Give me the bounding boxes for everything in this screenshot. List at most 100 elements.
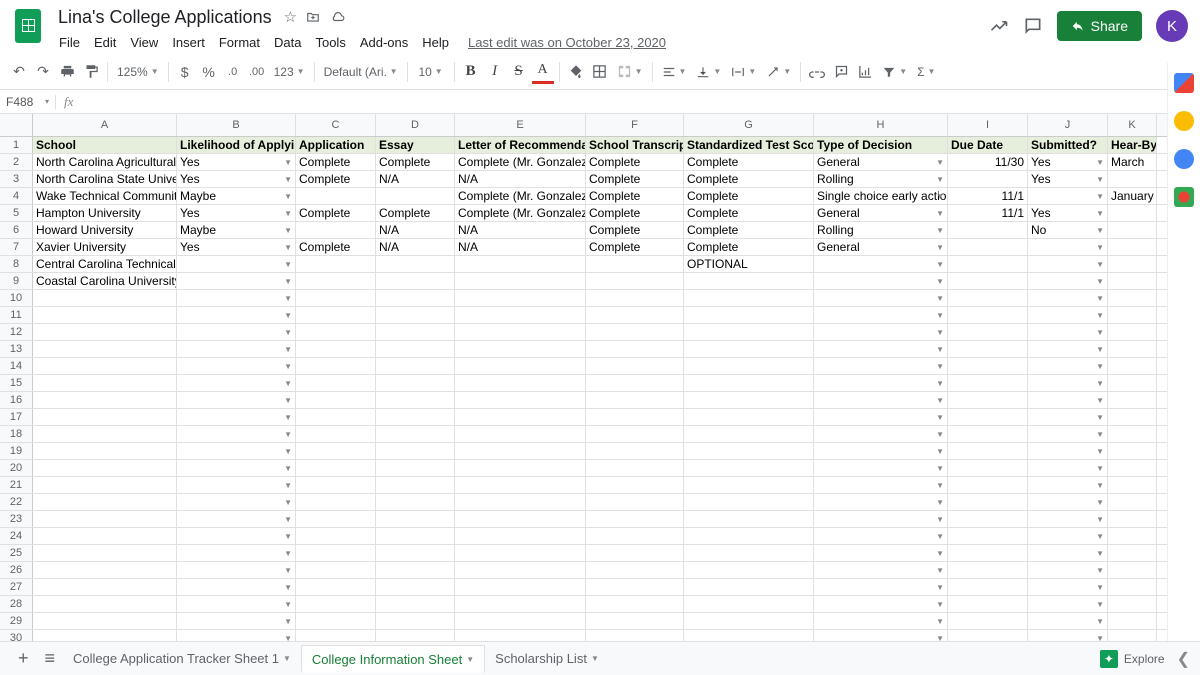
filter-button[interactable]: ▼ [878, 60, 911, 84]
cell[interactable]: Complete [586, 239, 684, 255]
cell[interactable] [376, 562, 455, 578]
dropdown-arrow-icon[interactable]: ▼ [1096, 277, 1104, 286]
dropdown-arrow-icon[interactable]: ▼ [284, 175, 292, 184]
menu-format[interactable]: Format [212, 33, 267, 52]
trend-icon[interactable] [989, 16, 1009, 36]
rotate-button[interactable]: ▼ [762, 60, 795, 84]
dropdown-arrow-icon[interactable]: ▼ [1096, 447, 1104, 456]
cell[interactable] [455, 579, 586, 595]
h-align-button[interactable]: ▼ [658, 60, 691, 84]
cell[interactable]: ▼ [177, 511, 296, 527]
cell[interactable] [1108, 307, 1157, 323]
cell[interactable] [455, 290, 586, 306]
cell[interactable] [455, 477, 586, 493]
cell[interactable] [455, 562, 586, 578]
dropdown-arrow-icon[interactable]: ▼ [1096, 413, 1104, 422]
dropdown-arrow-icon[interactable]: ▼ [284, 498, 292, 507]
dropdown-arrow-icon[interactable]: ▼ [284, 209, 292, 218]
column-header-A[interactable]: A [33, 114, 177, 136]
dropdown-arrow-icon[interactable]: ▼ [1096, 464, 1104, 473]
zoom-select[interactable]: 125%▼ [113, 60, 163, 84]
cell[interactable]: General▼ [814, 154, 948, 170]
dropdown-arrow-icon[interactable]: ▼ [284, 345, 292, 354]
cell[interactable] [1108, 596, 1157, 612]
column-header-G[interactable]: G [684, 114, 814, 136]
cell[interactable] [948, 222, 1028, 238]
cell[interactable] [296, 596, 376, 612]
cell[interactable]: ▼ [1028, 307, 1108, 323]
cell[interactable] [33, 443, 177, 459]
cell[interactable] [33, 528, 177, 544]
cell[interactable] [455, 613, 586, 629]
cell[interactable]: ▼ [1028, 460, 1108, 476]
cell[interactable] [948, 545, 1028, 561]
cell[interactable] [296, 528, 376, 544]
cell[interactable] [296, 545, 376, 561]
dropdown-arrow-icon[interactable]: ▼ [284, 617, 292, 626]
cell[interactable]: ▼ [1028, 409, 1108, 425]
cell[interactable]: ▼ [1028, 443, 1108, 459]
dropdown-arrow-icon[interactable]: ▼ [1096, 481, 1104, 490]
dropdown-arrow-icon[interactable]: ▼ [1096, 209, 1104, 218]
cell[interactable] [948, 426, 1028, 442]
cell[interactable] [948, 596, 1028, 612]
cell[interactable]: ▼ [814, 324, 948, 340]
cell[interactable]: ▼ [814, 460, 948, 476]
dropdown-arrow-icon[interactable]: ▼ [936, 294, 944, 303]
cell[interactable] [455, 460, 586, 476]
cell[interactable]: Xavier University [33, 239, 177, 255]
cell[interactable]: Likelihood of Applying [177, 137, 296, 153]
cell[interactable] [455, 307, 586, 323]
dropdown-arrow-icon[interactable]: ▼ [1096, 294, 1104, 303]
cell[interactable]: Rolling▼ [814, 171, 948, 187]
cell[interactable] [296, 426, 376, 442]
cell[interactable]: Complete [376, 154, 455, 170]
cell[interactable] [586, 290, 684, 306]
dropdown-arrow-icon[interactable]: ▼ [284, 311, 292, 320]
select-all-corner[interactable] [0, 114, 33, 136]
cell[interactable] [376, 460, 455, 476]
cell[interactable]: ▼ [177, 375, 296, 391]
cell[interactable] [296, 307, 376, 323]
cell[interactable] [684, 528, 814, 544]
cell[interactable] [1108, 426, 1157, 442]
cell[interactable]: 11/1 [948, 188, 1028, 204]
cell[interactable] [296, 477, 376, 493]
dropdown-arrow-icon[interactable]: ▼ [284, 481, 292, 490]
cell[interactable] [1108, 375, 1157, 391]
dropdown-arrow-icon[interactable]: ▼ [284, 277, 292, 286]
cell[interactable]: Complete [586, 154, 684, 170]
dropdown-arrow-icon[interactable]: ▼ [936, 498, 944, 507]
cell[interactable]: ▼ [1028, 392, 1108, 408]
cell[interactable]: Complete [296, 171, 376, 187]
cell[interactable] [948, 409, 1028, 425]
cell[interactable] [948, 171, 1028, 187]
document-title[interactable]: Lina's College Applications [52, 7, 278, 28]
dropdown-arrow-icon[interactable]: ▼ [936, 226, 944, 235]
cell[interactable] [948, 613, 1028, 629]
fill-color-button[interactable] [565, 60, 587, 84]
cell[interactable] [33, 579, 177, 595]
cell[interactable] [1108, 239, 1157, 255]
cell[interactable]: Complete [376, 205, 455, 221]
cell[interactable]: ▼ [1028, 239, 1108, 255]
cell[interactable]: ▼ [1028, 273, 1108, 289]
dropdown-arrow-icon[interactable]: ▼ [936, 328, 944, 337]
dropdown-arrow-icon[interactable]: ▼ [284, 226, 292, 235]
dropdown-arrow-icon[interactable]: ▼ [1096, 515, 1104, 524]
cell[interactable]: ▼ [1028, 494, 1108, 510]
dropdown-arrow-icon[interactable]: ▼ [936, 379, 944, 388]
cell[interactable]: 11/30 [948, 154, 1028, 170]
cell[interactable] [33, 324, 177, 340]
dropdown-arrow-icon[interactable]: ▼ [284, 243, 292, 252]
cell[interactable] [296, 222, 376, 238]
cell[interactable] [948, 494, 1028, 510]
wrap-button[interactable]: ▼ [727, 60, 760, 84]
cell[interactable]: Complete [684, 171, 814, 187]
cell[interactable]: ▼ [177, 528, 296, 544]
cell[interactable] [1108, 171, 1157, 187]
dropdown-arrow-icon[interactable]: ▼ [936, 566, 944, 575]
cell[interactable] [586, 545, 684, 561]
cell[interactable] [586, 273, 684, 289]
cell[interactable] [684, 392, 814, 408]
